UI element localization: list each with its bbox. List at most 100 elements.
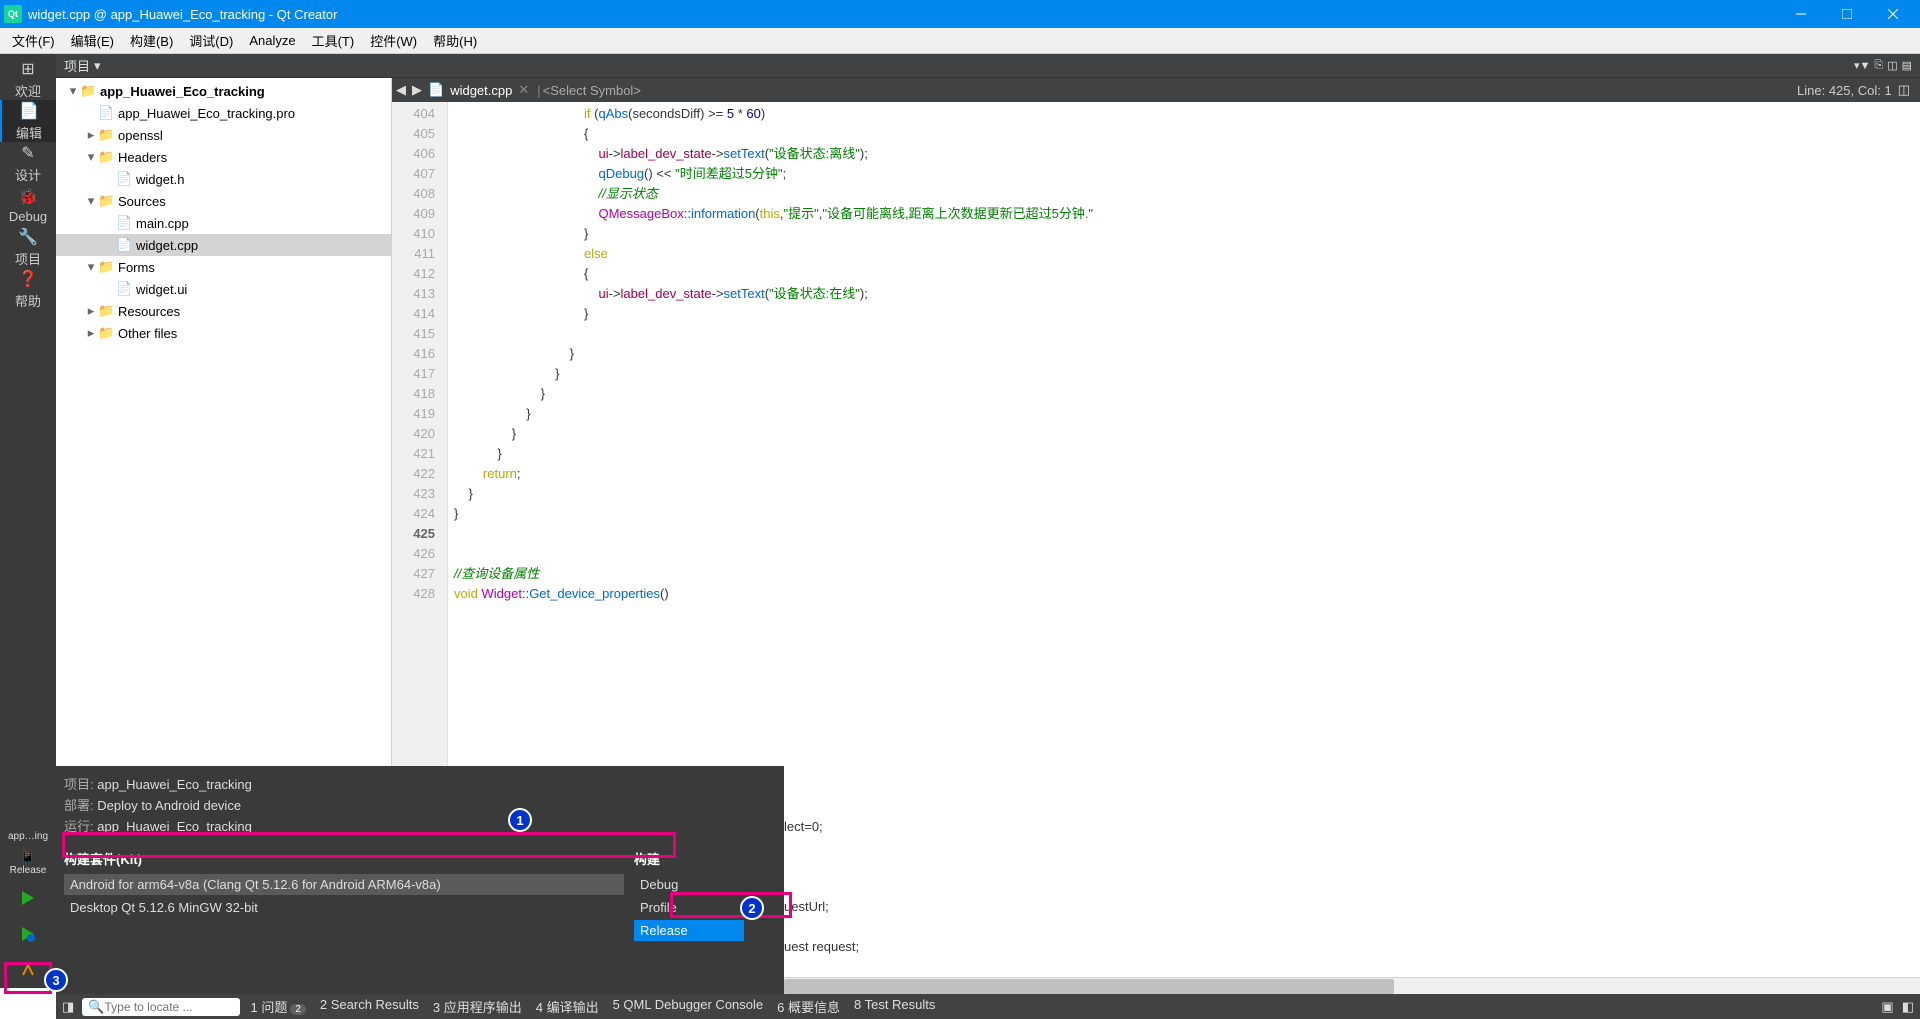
tree-arrow-icon[interactable]: ▸	[84, 127, 98, 143]
output-tab[interactable]: 4 编译输出	[536, 997, 599, 1016]
output-tab[interactable]: 8 Test Results	[854, 997, 935, 1016]
scrollbar-thumb[interactable]	[784, 979, 1394, 994]
mode-编辑[interactable]: 📄编辑	[0, 100, 56, 142]
file-icon: 📄	[116, 281, 132, 297]
menu-构建(B)[interactable]: 构建(B)	[122, 28, 181, 53]
run-button[interactable]	[0, 880, 56, 916]
tree-item[interactable]: ▸📁openssl	[56, 124, 391, 146]
tree-label: Sources	[118, 194, 166, 209]
file-icon: 📄	[116, 237, 132, 253]
split-editor-icon[interactable]: ◫	[1898, 82, 1910, 98]
kit-selector-popup: 项目: app_Huawei_Eco_tracking部署: Deploy to…	[56, 766, 784, 994]
kit-info-row: 运行: app_Huawei_Eco_tracking	[64, 816, 776, 835]
build-option-release[interactable]: Release	[634, 920, 744, 941]
tree-label: app_Huawei_Eco_tracking.pro	[118, 106, 295, 121]
file-icon: 📁	[98, 325, 114, 341]
build-button[interactable]	[0, 952, 56, 988]
tree-item[interactable]: ▾📁Forms	[56, 256, 391, 278]
minimize-button[interactable]	[1778, 0, 1824, 28]
output-tab[interactable]: 5 QML Debugger Console	[613, 997, 764, 1016]
tree-item[interactable]: 📄widget.cpp	[56, 234, 391, 256]
toggle-sidebar-icon[interactable]: ◨	[62, 999, 74, 1015]
mode-icon: 🔧	[18, 227, 38, 247]
split-icon[interactable]: ◫	[1887, 59, 1897, 72]
kit-option[interactable]: Android for arm64-v8a (Clang Qt 5.12.6 f…	[64, 874, 624, 895]
tree-item[interactable]: ▾📁Headers	[56, 146, 391, 168]
output-tab[interactable]: 6 概要信息	[777, 997, 840, 1016]
menu-帮助(H)[interactable]: 帮助(H)	[425, 28, 485, 53]
editor-file-name[interactable]: widget.cpp	[450, 83, 512, 98]
menu-调试(D)[interactable]: 调试(D)	[181, 28, 241, 53]
project-pane-title: 项目	[64, 56, 90, 75]
mode-Debug[interactable]: 🐞Debug	[0, 184, 56, 226]
dropdown-icon[interactable]: ▾	[94, 58, 101, 74]
menu-编辑(E)[interactable]: 编辑(E)	[63, 28, 122, 53]
editor-toolbar: ◀ ▶ 📄 widget.cpp ✕ | <Select Symbol> Lin…	[392, 78, 1920, 102]
kit-column-head: 构建套件(Kit)	[64, 849, 624, 868]
output-tab[interactable]: 1 问题2	[250, 997, 305, 1016]
toggle-right-sidebar-icon[interactable]: ◧	[1902, 999, 1914, 1015]
tree-item[interactable]: ▸📁Resources	[56, 300, 391, 322]
nav-back-icon[interactable]: ◀	[396, 82, 406, 98]
obscured-code	[784, 777, 859, 797]
obscured-code: uest request;	[784, 937, 859, 957]
mode-label: 设计	[15, 165, 41, 184]
obscured-code: uestUrl;	[784, 897, 859, 917]
progress-icon[interactable]: ▣	[1881, 999, 1893, 1015]
build-target-label: app…ing	[8, 829, 48, 844]
tree-item[interactable]: ▸📁 Other files	[56, 322, 391, 344]
menu-文件(F)[interactable]: 文件(F)	[4, 28, 63, 53]
link-icon[interactable]: ⎘	[1874, 59, 1883, 72]
tree-item[interactable]: ▾📁app_Huawei_Eco_tracking	[56, 80, 391, 102]
output-tab[interactable]: 2 Search Results	[320, 997, 419, 1016]
maximize-button[interactable]	[1824, 0, 1870, 28]
tree-item[interactable]: 📄widget.h	[56, 168, 391, 190]
tree-item[interactable]: 📄 app_Huawei_Eco_tracking.pro	[56, 102, 391, 124]
locator-input[interactable]	[104, 1000, 234, 1014]
build-option-profile[interactable]: Profile	[634, 897, 744, 918]
tree-item[interactable]: 📄main.cpp	[56, 212, 391, 234]
tree-label: app_Huawei_Eco_tracking	[100, 84, 265, 99]
window-title: widget.cpp @ app_Huawei_Eco_tracking - Q…	[28, 7, 1778, 22]
file-icon: 📁	[98, 193, 114, 209]
kit-option[interactable]: Desktop Qt 5.12.6 MinGW 32-bit	[64, 897, 624, 918]
mode-欢迎[interactable]: ⊞欢迎	[0, 58, 56, 100]
horizontal-scrollbar[interactable]	[784, 977, 1920, 994]
mode-设计[interactable]: ✎设计	[0, 142, 56, 184]
tree-arrow-icon[interactable]: ▾	[84, 259, 98, 275]
mode-项目[interactable]: 🔧 项目	[0, 226, 56, 268]
menu-Analyze[interactable]: Analyze	[241, 30, 303, 51]
tree-item[interactable]: 📄 widget.ui	[56, 278, 391, 300]
close-pane-icon[interactable]: ▤	[1902, 59, 1912, 72]
kit-info-row: 部署: Deploy to Android device	[64, 795, 776, 814]
symbol-selector[interactable]: <Select Symbol>	[543, 83, 641, 98]
tree-arrow-icon[interactable]: ▸	[84, 325, 98, 341]
mode-label: 欢迎	[15, 81, 41, 100]
kit-selector-button[interactable]: 📱 Release	[0, 844, 56, 880]
mode-label: 帮助	[15, 291, 41, 310]
debug-run-button[interactable]	[0, 916, 56, 952]
mode-icon: 🐞	[18, 187, 38, 207]
close-button[interactable]	[1870, 0, 1916, 28]
tree-label: widget.ui	[136, 282, 187, 297]
output-tab[interactable]: 3 应用程序输出	[433, 997, 522, 1016]
build-option-debug[interactable]: Debug	[634, 874, 744, 895]
tree-arrow-icon[interactable]: ▸	[84, 303, 98, 319]
locator[interactable]: 🔍	[82, 998, 240, 1016]
tree-label: Resources	[118, 304, 180, 319]
tree-item[interactable]: ▾📁 Sources	[56, 190, 391, 212]
menu-工具(T)[interactable]: 工具(T)	[304, 28, 363, 53]
mode-label: 项目	[15, 249, 41, 268]
tree-label: Other files	[118, 326, 177, 341]
filter-icon[interactable]: ▾▼	[1854, 59, 1870, 72]
tree-arrow-icon[interactable]: ▾	[84, 149, 98, 165]
nav-fwd-icon[interactable]: ▶	[412, 82, 422, 98]
mode-帮助[interactable]: ❓帮助	[0, 268, 56, 310]
project-pane-header: 项目 ▾ ▾▼ ⎘ ◫ ▤	[56, 54, 1920, 78]
file-icon: 📄	[98, 105, 114, 121]
obscured-code	[784, 857, 859, 877]
search-icon: 🔍	[88, 999, 104, 1015]
menu-控件(W)[interactable]: 控件(W)	[362, 28, 425, 53]
tree-arrow-icon[interactable]: ▾	[66, 83, 80, 99]
tree-arrow-icon[interactable]: ▾	[84, 193, 98, 209]
